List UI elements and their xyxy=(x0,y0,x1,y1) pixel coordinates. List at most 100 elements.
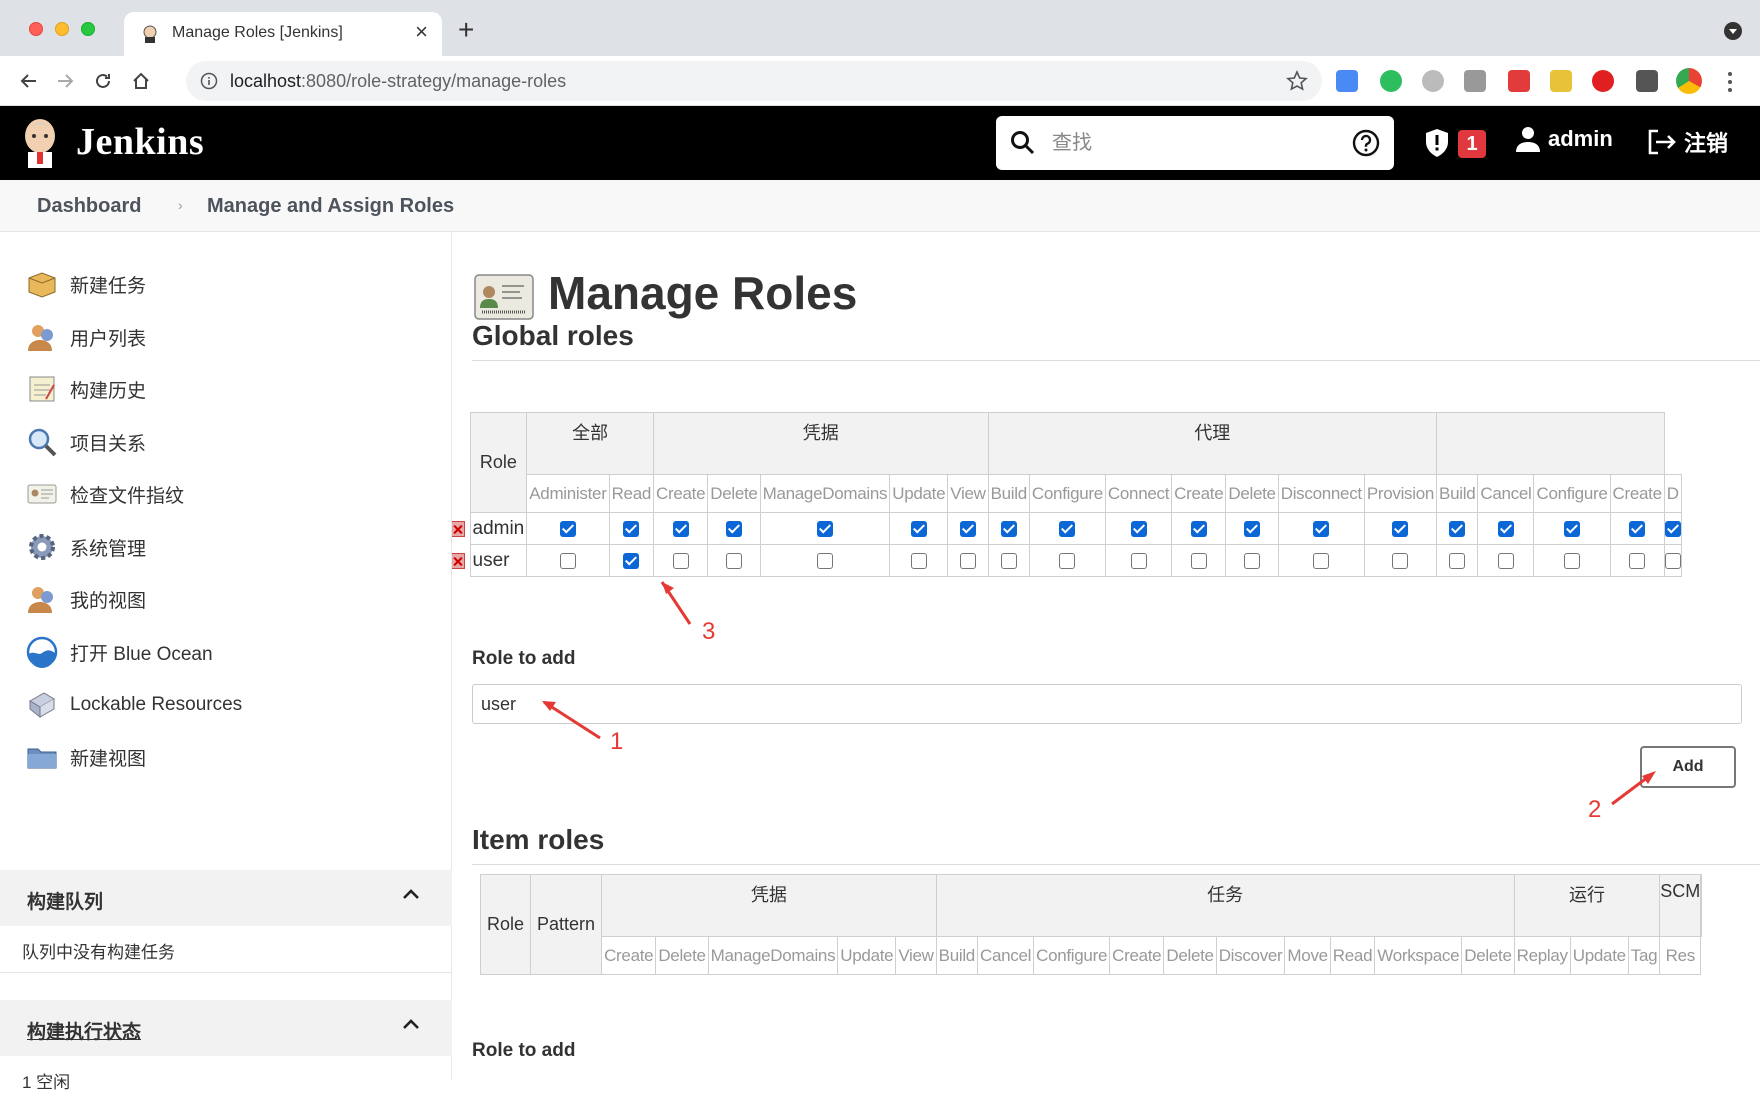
breadcrumb-manage-assign-roles[interactable]: Manage and Assign Roles xyxy=(207,195,454,218)
sidebar-item-fingerprint[interactable]: 检查文件指纹 xyxy=(26,474,184,514)
permission-header: Disconnect xyxy=(1277,474,1365,513)
new-tab-icon[interactable]: + xyxy=(458,16,474,44)
permission-checkbox[interactable] xyxy=(1497,521,1514,538)
permission-checkbox[interactable] xyxy=(910,521,927,538)
logout-link[interactable]: 注销 xyxy=(1648,126,1728,158)
permission-checkbox[interactable] xyxy=(1629,521,1646,538)
delete-role-icon[interactable] xyxy=(452,521,465,538)
permission-checkbox[interactable] xyxy=(1392,553,1409,570)
sidebar-item-new-job[interactable]: 新建任务 xyxy=(26,264,146,304)
permission-checkbox[interactable] xyxy=(1313,521,1330,538)
executors-title[interactable]: 构建执行状态 xyxy=(27,1017,141,1044)
sidebar-item-build-history[interactable]: 构建历史 xyxy=(26,369,146,409)
permission-checkbox[interactable] xyxy=(959,553,976,570)
permission-checkbox[interactable] xyxy=(559,553,576,570)
sidebar-item-lockable-resources[interactable]: Lockable Resources xyxy=(26,685,242,725)
permission-cell xyxy=(1609,512,1665,545)
permission-checkbox[interactable] xyxy=(725,521,742,538)
permission-checkbox[interactable] xyxy=(1059,521,1076,538)
permission-checkbox[interactable] xyxy=(1130,553,1147,570)
window-close-button[interactable] xyxy=(29,22,43,36)
sidebar-item-users[interactable]: 用户列表 xyxy=(26,317,146,357)
sidebar-item-my-views[interactable]: 我的视图 xyxy=(26,579,146,619)
sidebar-item-project-relationship[interactable]: 项目关系 xyxy=(26,422,146,462)
browser-tab[interactable]: Manage Roles [Jenkins] × xyxy=(124,12,442,56)
tab-search-icon[interactable] xyxy=(1724,22,1742,40)
permission-checkbox[interactable] xyxy=(1449,521,1466,538)
executors-header[interactable]: 构建执行状态 xyxy=(0,1000,452,1056)
back-icon[interactable] xyxy=(12,64,46,98)
window-minimize-button[interactable] xyxy=(55,22,69,36)
forward-icon[interactable] xyxy=(48,64,82,98)
chrome-profile-icon[interactable] xyxy=(1676,68,1702,94)
jenkins-brand[interactable]: Jenkins xyxy=(76,120,204,164)
permission-checkbox[interactable] xyxy=(1629,553,1646,570)
permission-checkbox[interactable] xyxy=(1313,553,1330,570)
permission-checkbox[interactable] xyxy=(1449,553,1466,570)
add-role-button[interactable]: Add xyxy=(1640,746,1736,788)
puzzle-extensions-icon[interactable] xyxy=(1636,70,1658,92)
permission-header: Configure xyxy=(1033,936,1111,975)
evernote-extension-icon[interactable] xyxy=(1380,70,1402,92)
permission-checkbox[interactable] xyxy=(1664,521,1681,538)
chevron-up-icon[interactable] xyxy=(402,888,420,900)
browser-menu-icon[interactable] xyxy=(1728,72,1732,92)
permission-checkbox[interactable] xyxy=(1497,553,1514,570)
url-text: localhost:8080/role-strategy/manage-role… xyxy=(230,71,567,91)
fe-extension-icon[interactable] xyxy=(1508,70,1530,92)
extension-icon[interactable] xyxy=(1550,70,1572,92)
adblock-extension-icon[interactable] xyxy=(1592,70,1614,92)
sidebar-item-manage-jenkins[interactable]: 系统管理 xyxy=(26,527,146,567)
permission-checkbox[interactable] xyxy=(1244,521,1261,538)
extension-icon[interactable] xyxy=(1422,70,1444,92)
role-to-add-input[interactable] xyxy=(472,684,1742,724)
build-queue-header[interactable]: 构建队列 xyxy=(0,870,452,926)
search-input[interactable] xyxy=(1052,126,1342,160)
permission-checkbox[interactable] xyxy=(816,553,833,570)
tab-close-icon[interactable]: × xyxy=(415,21,428,43)
permission-checkbox[interactable] xyxy=(672,521,689,538)
sidebar-item-label: 项目关系 xyxy=(70,433,147,455)
jenkins-logo-icon[interactable] xyxy=(20,116,60,168)
sidebar-item-new-view[interactable]: 新建视图 xyxy=(26,737,146,777)
permission-checkbox[interactable] xyxy=(672,553,689,570)
permission-checkbox[interactable] xyxy=(1244,553,1261,570)
notepad-icon xyxy=(29,376,55,402)
permission-checkbox[interactable] xyxy=(1190,553,1207,570)
translate-extension-icon[interactable] xyxy=(1336,70,1358,92)
sidebar-item-blue-ocean[interactable]: 打开 Blue Ocean xyxy=(26,632,213,672)
help-icon[interactable] xyxy=(1352,129,1380,157)
permission-checkbox[interactable] xyxy=(1664,553,1681,570)
permission-checkbox[interactable] xyxy=(959,521,976,538)
permission-checkbox[interactable] xyxy=(1000,553,1017,570)
reload-icon[interactable] xyxy=(86,64,120,98)
build-queue-empty: 队列中没有构建任务 xyxy=(22,943,175,962)
permission-checkbox[interactable] xyxy=(910,553,927,570)
site-info-icon[interactable] xyxy=(200,72,218,90)
user-menu[interactable]: admin xyxy=(1516,126,1613,152)
delete-role-icon[interactable] xyxy=(452,553,465,570)
address-bar[interactable]: localhost:8080/role-strategy/manage-role… xyxy=(186,61,1322,101)
permission-checkbox[interactable] xyxy=(1563,553,1580,570)
alert-count-badge[interactable]: 1 xyxy=(1458,130,1486,158)
camera-extension-icon[interactable] xyxy=(1464,70,1486,92)
chevron-up-icon[interactable] xyxy=(402,1018,420,1030)
security-shield-icon[interactable] xyxy=(1424,128,1450,158)
window-zoom-button[interactable] xyxy=(81,22,95,36)
permission-checkbox[interactable] xyxy=(725,553,742,570)
sidebar-item-label: Lockable Resources xyxy=(70,694,243,715)
bookmark-star-icon[interactable] xyxy=(1286,70,1308,92)
breadcrumb-dashboard[interactable]: Dashboard xyxy=(37,195,141,218)
permission-checkbox[interactable] xyxy=(1130,521,1147,538)
permission-checkbox[interactable] xyxy=(816,521,833,538)
home-icon[interactable] xyxy=(124,64,158,98)
permission-checkbox[interactable] xyxy=(1059,553,1076,570)
permission-checkbox[interactable] xyxy=(1563,521,1580,538)
permission-checkbox[interactable] xyxy=(623,521,640,538)
permission-checkbox[interactable] xyxy=(1392,521,1409,538)
permission-checkbox[interactable] xyxy=(1000,521,1017,538)
annotation-label-1: 1 xyxy=(610,728,624,755)
permission-checkbox[interactable] xyxy=(1190,521,1207,538)
permission-checkbox[interactable] xyxy=(559,521,576,538)
permission-checkbox[interactable] xyxy=(623,553,640,570)
